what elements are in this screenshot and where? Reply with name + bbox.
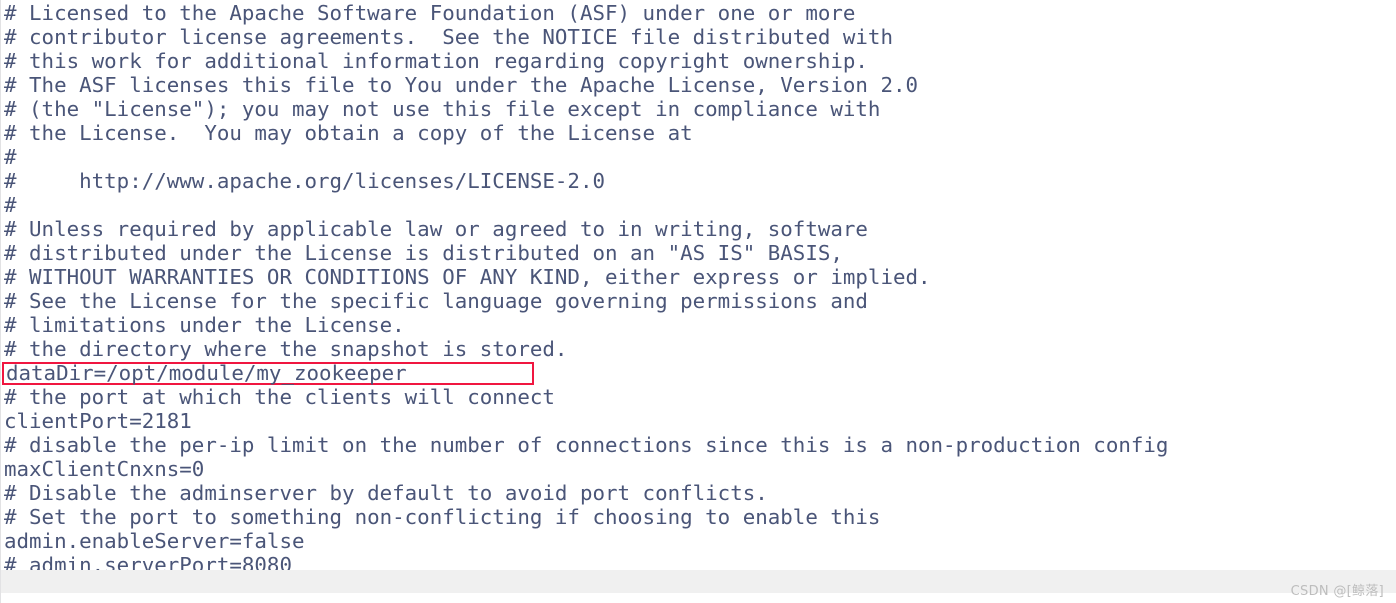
code-line[interactable]: # http://www.apache.org/licenses/LICENSE… [0, 169, 1396, 193]
code-line[interactable]: # Unless required by applicable law or a… [0, 217, 1396, 241]
csdn-watermark: CSDN @[鲸落] [1290, 584, 1384, 599]
code-line[interactable]: # this work for additional information r… [0, 49, 1396, 73]
code-line[interactable]: # The ASF licenses this file to You unde… [0, 73, 1396, 97]
code-line[interactable]: # limitations under the License. [0, 313, 1396, 337]
code-line[interactable]: # the directory where the snapshot is st… [0, 337, 1396, 361]
code-line-highlighted[interactable]: dataDir=/opt/module/my_zookeeper [0, 361, 1396, 385]
code-line-text: dataDir=/opt/module/my_zookeeper [6, 361, 407, 385]
code-line[interactable]: # See the License for the specific langu… [0, 289, 1396, 313]
code-line[interactable]: # Licensed to the Apache Software Founda… [0, 1, 1396, 25]
config-file-screenshot: # Licensed to the Apache Software Founda… [0, 0, 1396, 603]
code-line[interactable]: # the port at which the clients will con… [0, 385, 1396, 409]
code-line[interactable]: # distributed under the License is distr… [0, 241, 1396, 265]
code-line[interactable]: # contributor license agreements. See th… [0, 25, 1396, 49]
code-area[interactable]: # Licensed to the Apache Software Founda… [0, 0, 1396, 577]
horizontal-scrollbar[interactable] [1, 570, 1396, 593]
code-line[interactable]: # (the "License"); you may not use this … [0, 97, 1396, 121]
code-line[interactable]: admin.enableServer=false [0, 529, 1396, 553]
code-line[interactable]: maxClientCnxns=0 [0, 457, 1396, 481]
code-line[interactable]: clientPort=2181 [0, 409, 1396, 433]
code-line[interactable]: # Disable the adminserver by default to … [0, 481, 1396, 505]
code-line[interactable]: # Set the port to something non-conflict… [0, 505, 1396, 529]
code-line[interactable]: # [0, 193, 1396, 217]
code-line[interactable]: # WITHOUT WARRANTIES OR CONDITIONS OF AN… [0, 265, 1396, 289]
code-line[interactable]: # disable the per-ip limit on the number… [0, 433, 1396, 457]
code-line[interactable]: # the License. You may obtain a copy of … [0, 121, 1396, 145]
code-line[interactable]: # [0, 145, 1396, 169]
